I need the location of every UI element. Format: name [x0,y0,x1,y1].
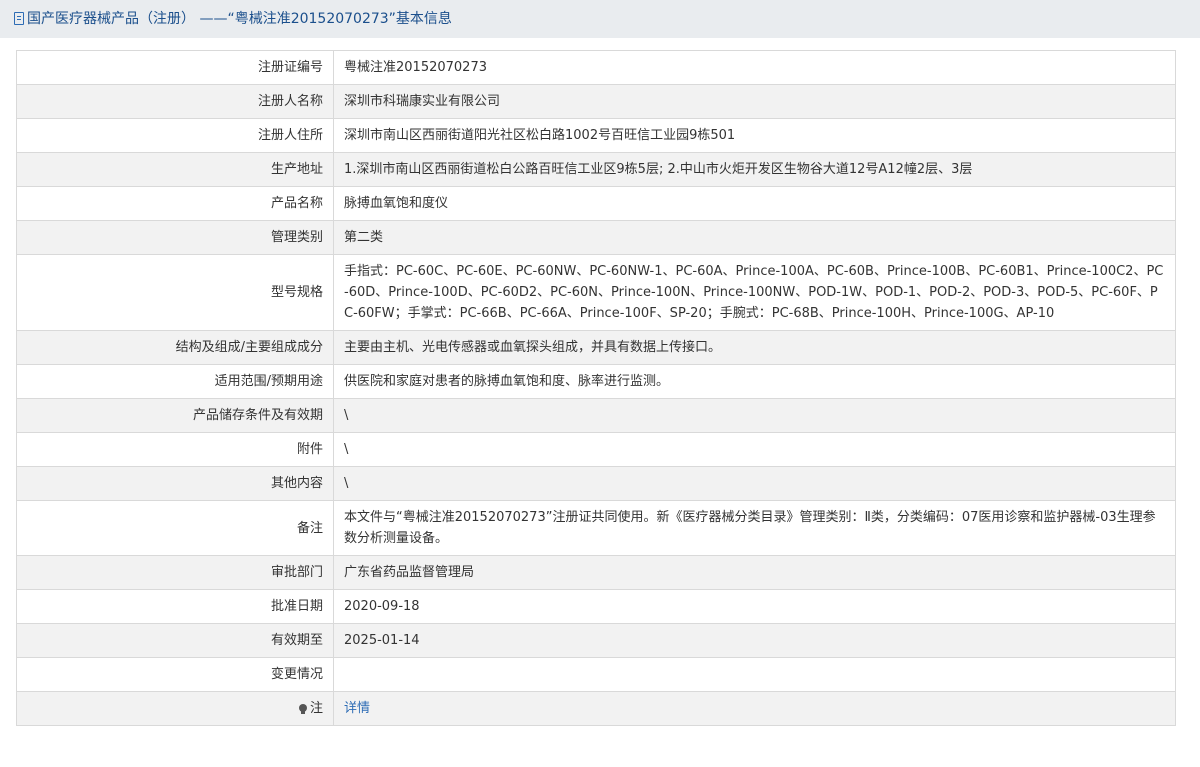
row-value: 供医院和家庭对患者的脉搏血氧饱和度、脉率进行监测。 [333,364,1176,399]
row-label: 管理类别 [16,220,334,255]
page-title-bar: 国产医疗器械产品（注册） ——“粤械注准20152070273”基本信息 [0,0,1200,38]
row-value: \ [333,432,1176,467]
row-value [333,657,1176,692]
table-row: 产品名称 脉搏血氧饱和度仪 [16,186,1176,221]
table-row: 注 详情 [16,691,1176,726]
row-label: 注册证编号 [16,50,334,85]
table-row: 审批部门 广东省药品监督管理局 [16,555,1176,590]
row-value: 广东省药品监督管理局 [333,555,1176,590]
row-label: 结构及组成/主要组成成分 [16,330,334,365]
row-label: 有效期至 [16,623,334,658]
table-row: 注册证编号 粤械注准20152070273 [16,50,1176,85]
row-label: 变更情况 [16,657,334,692]
table-row: 批准日期 2020-09-18 [16,589,1176,624]
info-panel: 注册证编号 粤械注准20152070273 注册人名称 深圳市科瑞康实业有限公司… [0,38,1200,767]
row-label: 附件 [16,432,334,467]
row-value: 2025-01-14 [333,623,1176,658]
row-value: 手指式：PC-60C、PC-60E、PC-60NW、PC-60NW-1、PC-6… [333,254,1176,331]
row-value: 粤械注准20152070273 [333,50,1176,85]
row-label: 型号规格 [16,254,334,331]
row-value: \ [333,466,1176,501]
note-value-cell: 详情 [333,691,1176,726]
row-value: 本文件与“粤械注准20152070273”注册证共同使用。新《医疗器械分类目录》… [333,500,1176,556]
row-label: 生产地址 [16,152,334,187]
row-label: 其他内容 [16,466,334,501]
row-label: 注册人名称 [16,84,334,119]
row-label: 审批部门 [16,555,334,590]
table-row: 产品储存条件及有效期 \ [16,398,1176,433]
row-label: 注册人住所 [16,118,334,153]
table-row: 结构及组成/主要组成成分 主要由主机、光电传感器或血氧探头组成，并具有数据上传接… [16,330,1176,365]
row-value: 脉搏血氧饱和度仪 [333,186,1176,221]
row-label: 批准日期 [16,589,334,624]
lightbulb-icon [298,704,307,714]
row-value: 深圳市南山区西丽街道阳光社区松白路1002号百旺信工业园9栋501 [333,118,1176,153]
table-row: 管理类别 第二类 [16,220,1176,255]
document-icon [14,12,24,25]
table-row: 备注 本文件与“粤械注准20152070273”注册证共同使用。新《医疗器械分类… [16,500,1176,556]
table-row: 型号规格 手指式：PC-60C、PC-60E、PC-60NW、PC-60NW-1… [16,254,1176,331]
table-row: 生产地址 1.深圳市南山区西丽街道松白公路百旺信工业区9栋5层; 2.中山市火炬… [16,152,1176,187]
row-value: \ [333,398,1176,433]
note-label-cell: 注 [16,691,334,726]
page-title: 国产医疗器械产品（注册） ——“粤械注准20152070273”基本信息 [27,11,452,27]
info-table: 注册证编号 粤械注准20152070273 注册人名称 深圳市科瑞康实业有限公司… [16,50,1176,726]
row-value: 第二类 [333,220,1176,255]
note-label: 注 [309,701,323,716]
table-row: 变更情况 [16,657,1176,692]
table-row: 注册人住所 深圳市南山区西丽街道阳光社区松白路1002号百旺信工业园9栋501 [16,118,1176,153]
row-label: 产品储存条件及有效期 [16,398,334,433]
table-row: 适用范围/预期用途 供医院和家庭对患者的脉搏血氧饱和度、脉率进行监测。 [16,364,1176,399]
table-row: 有效期至 2025-01-14 [16,623,1176,658]
row-value: 2020-09-18 [333,589,1176,624]
row-label: 适用范围/预期用途 [16,364,334,399]
table-row: 附件 \ [16,432,1176,467]
row-value: 1.深圳市南山区西丽街道松白公路百旺信工业区9栋5层; 2.中山市火炬开发区生物… [333,152,1176,187]
row-value: 深圳市科瑞康实业有限公司 [333,84,1176,119]
row-value: 主要由主机、光电传感器或血氧探头组成，并具有数据上传接口。 [333,330,1176,365]
details-link[interactable]: 详情 [344,701,370,716]
table-row: 其他内容 \ [16,466,1176,501]
row-label: 产品名称 [16,186,334,221]
row-label: 备注 [16,500,334,556]
table-row: 注册人名称 深圳市科瑞康实业有限公司 [16,84,1176,119]
